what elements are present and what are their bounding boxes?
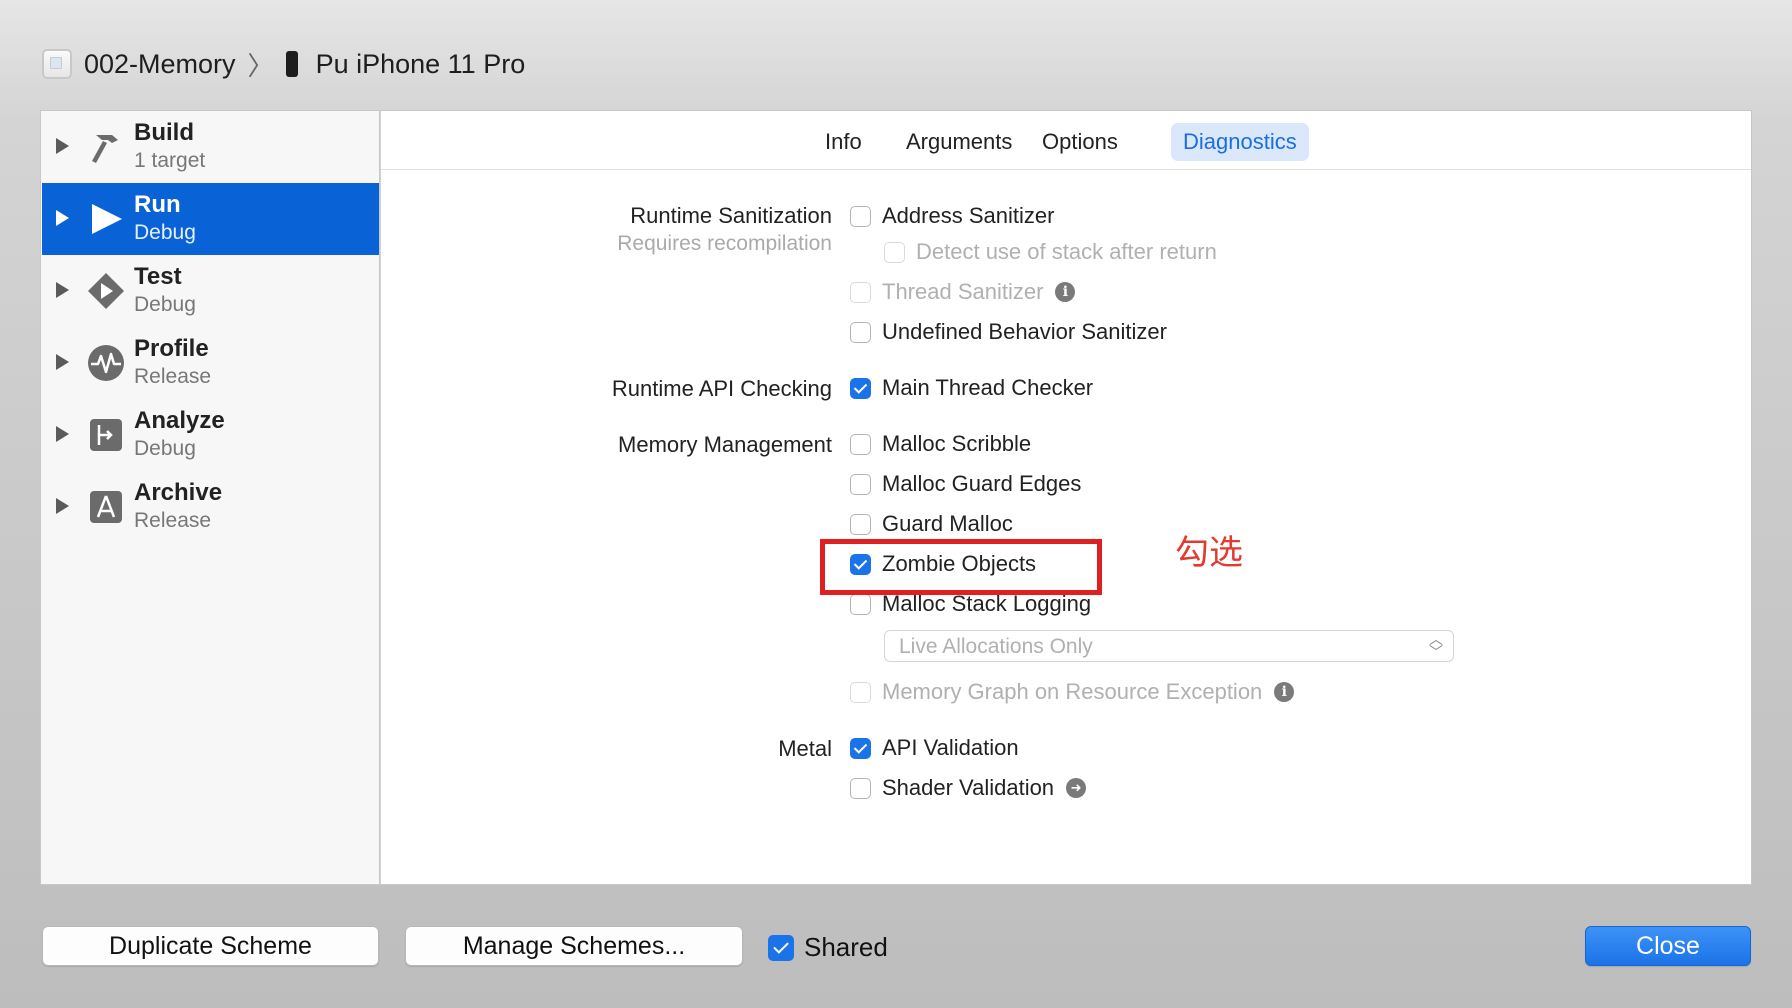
tab-info[interactable]: Info [813, 123, 874, 161]
thread-sanitizer-label: Thread Sanitizer [882, 279, 1044, 304]
guard-malloc-option[interactable]: Guard Malloc [850, 510, 1013, 538]
main-thread-checker-option[interactable]: Main Thread Checker [850, 374, 1093, 402]
stack-logging-mode-value: Live Allocations Only [899, 635, 1093, 658]
play-icon [92, 204, 122, 234]
iphone-icon [285, 51, 298, 77]
scheme-action-sidebar: Build 1 target Run Debug Test Debug Prof… [40, 110, 380, 885]
archive-icon [90, 491, 122, 523]
address-sanitizer-checkbox[interactable] [850, 205, 871, 227]
malloc-stack-logging-checkbox[interactable] [850, 593, 871, 615]
disclosure-triangle-icon[interactable] [56, 498, 69, 514]
memory-graph-checkbox[interactable] [850, 681, 871, 703]
sidebar-item-subtitle: Debug [134, 221, 196, 244]
sidebar-item-subtitle: Release [134, 509, 212, 532]
requires-recompilation-label: Requires recompilation [617, 232, 832, 255]
disclosure-triangle-icon[interactable] [56, 426, 69, 442]
undefined-behavior-option[interactable]: Undefined Behavior Sanitizer [850, 318, 1167, 346]
api-validation-label: API Validation [882, 735, 1019, 760]
detect-stack-checkbox[interactable] [884, 241, 905, 263]
tab-options[interactable]: Options [1030, 123, 1130, 161]
malloc-scribble-option[interactable]: Malloc Scribble [850, 430, 1031, 458]
main-thread-checker-label: Main Thread Checker [882, 375, 1094, 400]
close-button[interactable]: Close [1585, 926, 1751, 966]
address-sanitizer-label: Address Sanitizer [882, 203, 1055, 228]
tab-arguments[interactable]: Arguments [894, 123, 1024, 161]
sidebar-item-title: Analyze [134, 407, 225, 434]
sidebar-item-analyze[interactable]: Analyze Debug [42, 399, 379, 471]
manage-schemes-button[interactable]: Manage Schemes... [405, 926, 743, 966]
sidebar-item-archive[interactable]: Archive Release [42, 471, 379, 543]
detect-stack-label: Detect use of stack after return [916, 239, 1217, 264]
sidebar-item-subtitle: 1 target [134, 149, 206, 172]
shared-label: Shared [804, 932, 888, 962]
memory-graph-label: Memory Graph on Resource Exception [882, 679, 1263, 704]
sidebar-item-build[interactable]: Build 1 target [42, 111, 379, 183]
stack-logging-mode-select[interactable]: Live Allocations Only ︿ ﹀ [884, 630, 1454, 662]
detect-stack-option[interactable]: Detect use of stack after return [884, 238, 1217, 266]
address-sanitizer-option[interactable]: Address Sanitizer [850, 202, 1054, 230]
malloc-guard-edges-label: Malloc Guard Edges [882, 471, 1082, 496]
metal-label: Metal [778, 736, 832, 761]
memory-graph-option[interactable]: Memory Graph on Resource Exception i [850, 678, 1295, 706]
memory-management-label: Memory Management [618, 432, 832, 457]
sidebar-item-subtitle: Release [134, 365, 212, 388]
thread-sanitizer-checkbox[interactable] [850, 281, 871, 303]
sidebar-item-subtitle: Debug [134, 437, 196, 460]
annotation-highlight-box [820, 539, 1102, 595]
malloc-scribble-checkbox[interactable] [850, 433, 871, 455]
tab-bar: Info Arguments Options Diagnostics [381, 111, 1751, 170]
sidebar-item-test[interactable]: Test Debug [42, 255, 379, 327]
arrow-right-circle-icon[interactable]: ➜ [1066, 778, 1087, 798]
duplicate-scheme-button[interactable]: Duplicate Scheme [42, 926, 379, 966]
sidebar-item-title: Test [134, 263, 182, 290]
hammer-icon [92, 135, 118, 163]
diamond-play-icon [88, 273, 124, 309]
waveform-icon [88, 345, 124, 381]
sidebar-item-title: Build [134, 119, 194, 146]
disclosure-triangle-icon[interactable] [56, 354, 69, 370]
disclosure-triangle-icon[interactable] [56, 282, 69, 298]
breadcrumb-project[interactable]: 002-Memory [84, 49, 236, 80]
shader-validation-label: Shader Validation [882, 775, 1055, 800]
disclosure-triangle-icon[interactable] [56, 138, 69, 154]
api-validation-checkbox[interactable] [850, 737, 871, 759]
undefined-behavior-label: Undefined Behavior Sanitizer [882, 319, 1167, 344]
thread-sanitizer-option[interactable]: Thread Sanitizer i [850, 278, 1076, 306]
info-icon[interactable]: i [1274, 682, 1295, 702]
guard-malloc-label: Guard Malloc [882, 511, 1013, 536]
api-validation-option[interactable]: API Validation [850, 734, 1019, 762]
analyze-icon [90, 419, 122, 451]
guard-malloc-checkbox[interactable] [850, 513, 871, 535]
breadcrumb: 002-Memory 〉 Pu iPhone 11 Pro [42, 44, 525, 84]
up-down-chevron-icon: ︿ ﹀ [1429, 631, 1443, 660]
malloc-guard-edges-checkbox[interactable] [850, 473, 871, 495]
annotation-text: 勾选 [1175, 533, 1243, 573]
sidebar-item-title: Run [134, 191, 181, 218]
shared-checkbox[interactable] [768, 934, 794, 961]
sidebar-item-title: Profile [134, 335, 209, 362]
disclosure-triangle-icon[interactable] [56, 210, 69, 226]
shader-validation-option[interactable]: Shader Validation ➜ [850, 774, 1087, 802]
breadcrumb-device[interactable]: Pu iPhone 11 Pro [316, 49, 526, 80]
tab-diagnostics[interactable]: Diagnostics [1171, 123, 1309, 161]
chevron-right-icon: 〉 [247, 50, 274, 81]
runtime-sanitization-label: Runtime Sanitization [630, 203, 832, 228]
sidebar-item-subtitle: Debug [134, 293, 196, 316]
sidebar-item-run[interactable]: Run Debug [42, 183, 379, 255]
shared-option[interactable]: Shared [768, 932, 888, 963]
sidebar-item-title: Archive [134, 479, 223, 506]
project-icon [42, 49, 72, 79]
main-thread-checker-checkbox[interactable] [850, 377, 871, 399]
malloc-scribble-label: Malloc Scribble [882, 431, 1032, 456]
undefined-behavior-checkbox[interactable] [850, 321, 871, 343]
runtime-api-checking-label: Runtime API Checking [611, 376, 832, 401]
shader-validation-checkbox[interactable] [850, 777, 871, 799]
malloc-guard-edges-option[interactable]: Malloc Guard Edges [850, 470, 1081, 498]
info-icon[interactable]: i [1055, 282, 1076, 302]
sidebar-item-profile[interactable]: Profile Release [42, 327, 379, 399]
